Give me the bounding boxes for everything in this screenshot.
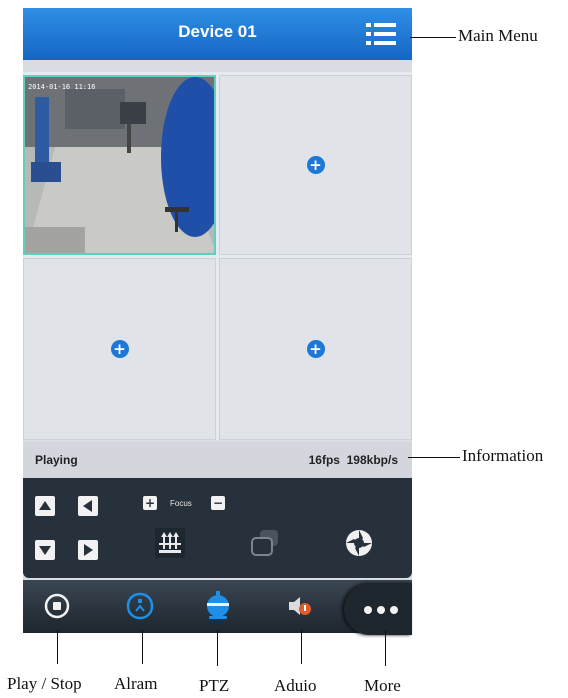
ptz-left-button[interactable] <box>78 496 98 516</box>
video-window-1[interactable]: 2014-01-16 11:16 <box>23 75 216 255</box>
ptz-control-panel: + Focus − <box>23 478 412 578</box>
play-stop-annotation: Play / Stop <box>7 674 82 693</box>
alarm-callout-line <box>142 630 143 664</box>
play-stop-callout-line <box>57 630 58 664</box>
video-window-3[interactable]: + <box>23 258 216 440</box>
more-button[interactable] <box>344 583 412 635</box>
alarm-icon[interactable] <box>123 589 157 623</box>
camera-timestamp: 2014-01-16 11:16 <box>28 83 96 91</box>
camera-feed-image <box>25 77 214 253</box>
ptz-right-button[interactable] <box>78 540 98 560</box>
ptz-callout-line <box>217 630 218 666</box>
title-bar: Device 01 <box>23 8 412 60</box>
audio-callout-line <box>301 630 302 664</box>
arrow-left-icon <box>83 500 92 512</box>
play-stop-icon[interactable] <box>40 589 74 623</box>
device-title: Device 01 <box>178 22 257 41</box>
more-annotation: More <box>364 676 401 695</box>
video-window-2[interactable]: + <box>219 75 412 255</box>
focus-label: Focus <box>170 499 192 508</box>
audio-annotation: Aduio <box>274 676 317 695</box>
arrow-up-icon <box>39 501 51 510</box>
add-channel-icon[interactable]: + <box>306 156 325 174</box>
main-menu-annotation: Main Menu <box>458 26 538 45</box>
multi-window-icon[interactable] <box>248 528 278 558</box>
audio-icon[interactable] <box>283 589 317 623</box>
video-grid: 2014-01-16 11:16 + + + <box>23 72 412 440</box>
aperture-icon[interactable] <box>344 528 374 558</box>
add-channel-icon[interactable]: + <box>306 340 325 358</box>
ptz-down-button[interactable] <box>35 540 55 560</box>
more-icon <box>364 606 372 614</box>
app-screen: Device 01 2014-01-16 11:16 + + + Playing… <box>23 8 412 635</box>
arrow-down-icon <box>39 546 51 555</box>
alarm-annotation: Alram <box>114 674 158 693</box>
playback-status: Playing <box>35 453 78 467</box>
arrow-right-icon <box>84 544 93 556</box>
focus-plus-button[interactable]: + <box>143 496 157 510</box>
focus-minus-button[interactable]: − <box>211 496 225 510</box>
add-channel-icon[interactable]: + <box>110 340 129 358</box>
main-menu-icon[interactable] <box>364 20 398 48</box>
video-window-4[interactable]: + <box>219 258 412 440</box>
information-annotation: Information <box>462 446 544 465</box>
more-callout-line <box>385 630 386 666</box>
ptz-icon[interactable] <box>201 589 235 623</box>
information-bar: Playing 16fps 198kbp/s <box>23 442 412 478</box>
main-menu-callout-line <box>410 37 456 38</box>
information-callout-line <box>408 457 460 458</box>
ptz-up-button[interactable] <box>35 496 55 516</box>
ptz-annotation: PTZ <box>199 676 230 695</box>
scene-icon[interactable] <box>155 528 185 558</box>
stream-stats: 16fps 198kbp/s <box>308 453 398 467</box>
